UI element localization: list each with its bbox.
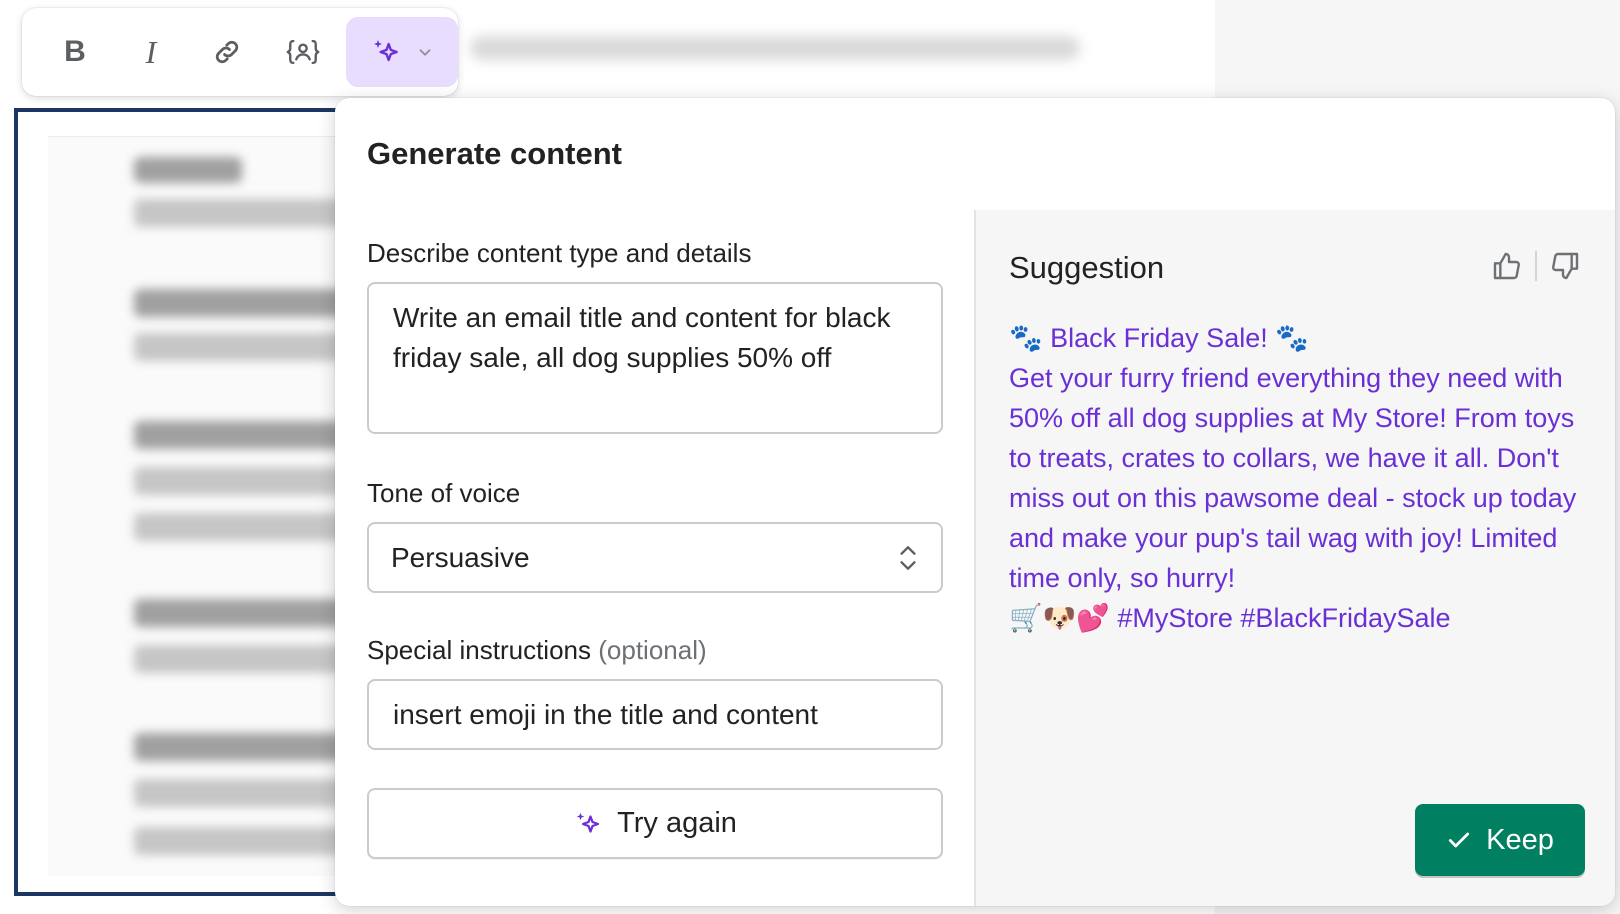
blurred-subject-line: [470, 36, 1080, 60]
blurred-heading: [134, 599, 350, 627]
bold-button[interactable]: B: [40, 17, 110, 87]
suggestion-heading-line: 🐾 Black Friday Sale! 🐾: [1009, 318, 1589, 358]
blurred-text: [134, 333, 350, 361]
instructions-label-text: Special instructions: [367, 635, 591, 665]
variable-icon: [286, 39, 320, 65]
paw-emoji-left: 🐾: [1009, 323, 1043, 353]
keep-label: Keep: [1486, 823, 1554, 856]
suggestion-title: Suggestion: [1009, 250, 1165, 285]
suggestion-text: 🐾 Black Friday Sale! 🐾 Get your furry fr…: [1009, 318, 1589, 638]
description-textarea[interactable]: Write an email title and content for bla…: [367, 282, 943, 434]
dialog-title: Generate content: [367, 136, 622, 171]
blurred-text: [134, 779, 350, 807]
chevron-down-icon: [419, 49, 431, 56]
tone-select[interactable]: Persuasive: [367, 522, 943, 593]
thumbs-down-icon[interactable]: [1549, 250, 1581, 282]
tone-select-value: Persuasive: [391, 541, 530, 573]
blurred-heading: [134, 733, 350, 761]
blurred-text: [134, 513, 350, 541]
blurred-heading: [134, 289, 350, 317]
instructions-input[interactable]: insert emoji in the title and content: [367, 679, 943, 750]
feedback-buttons: [1491, 250, 1581, 282]
select-arrows-icon: [900, 545, 916, 570]
email-editor-content: [48, 136, 350, 876]
blurred-text: [134, 645, 350, 673]
email-editor-frame: [14, 108, 354, 896]
blurred-text: [134, 467, 350, 495]
italic-icon: I: [145, 33, 157, 70]
blurred-heading: [134, 157, 242, 183]
bold-icon: B: [64, 35, 86, 68]
link-button[interactable]: [192, 17, 262, 87]
italic-button[interactable]: I: [116, 17, 186, 87]
link-icon: [215, 40, 239, 64]
blurred-heading: [134, 421, 350, 449]
tone-label: Tone of voice: [367, 478, 521, 508]
suggestion-heading: Black Friday Sale!: [1050, 323, 1268, 353]
generation-form: Describe content type and details Write …: [367, 208, 943, 859]
optional-hint: (optional): [598, 635, 707, 665]
thumbs-up-icon[interactable]: [1491, 250, 1523, 282]
generate-content-dialog: Generate content Describe content type a…: [335, 98, 1615, 906]
suggestion-body: Get your furry friend everything they ne…: [1009, 363, 1577, 593]
suggestion-footer-line: 🛒🐶💕 #MyStore #BlackFridaySale: [1009, 598, 1589, 638]
paw-emoji-right: 🐾: [1275, 323, 1309, 353]
instructions-label: Special instructions (optional): [367, 635, 943, 666]
suggestion-hashtags: #MyStore #BlackFridaySale: [1117, 603, 1451, 633]
format-toolbar: B I: [22, 8, 458, 96]
blurred-text: [134, 827, 350, 855]
ai-sparkle-icon: [576, 812, 600, 833]
ai-sparkle-icon: [374, 40, 398, 62]
insert-variable-button[interactable]: [268, 17, 338, 87]
try-again-button[interactable]: Try again: [367, 788, 943, 859]
keep-button[interactable]: Keep: [1415, 804, 1585, 876]
blurred-text: [134, 199, 350, 227]
suggestion-panel: Suggestion 🐾 Black Friday Sale! 🐾 Get yo…: [974, 210, 1615, 906]
suggestion-emoji-row: 🛒🐶💕: [1009, 603, 1110, 633]
feedback-divider: [1535, 251, 1537, 281]
description-label: Describe content type and details: [367, 238, 752, 268]
try-again-label: Try again: [617, 807, 737, 839]
ai-generate-button[interactable]: [346, 17, 458, 87]
checkmark-icon: [1449, 832, 1470, 848]
